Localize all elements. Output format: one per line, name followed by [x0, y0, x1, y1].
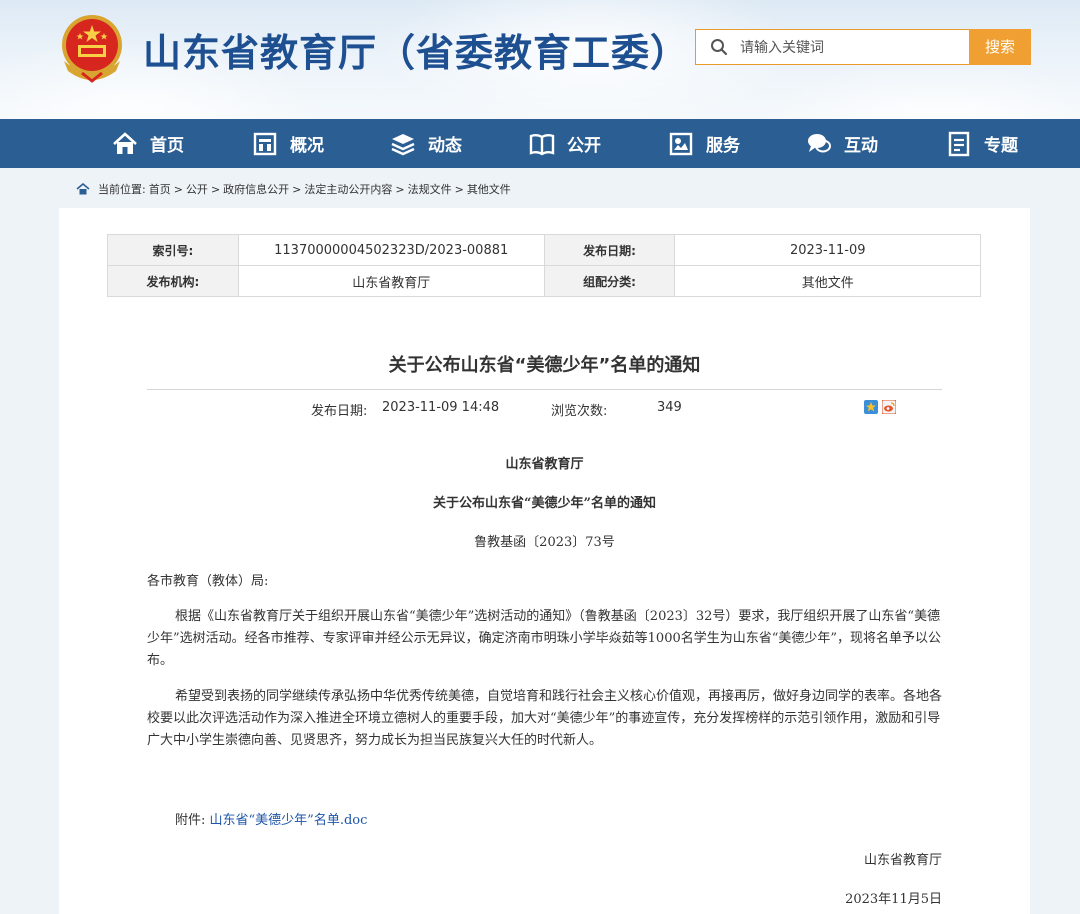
date-label: 发布日期:	[543, 234, 676, 266]
building-icon	[253, 132, 277, 155]
attachment: 附件: 山东省“美德少年”名单.doc	[175, 809, 367, 828]
org-label: 发布机构:	[107, 265, 239, 297]
breadcrumb-item-other[interactable]: 其他文件	[467, 181, 511, 197]
content-panel: 索引号: 11370000004502323D/2023-00881 发布日期:…	[59, 208, 1030, 914]
article-title: 关于公布山东省“美德少年”名单的通知	[388, 355, 701, 376]
document-icon	[948, 131, 970, 156]
site-title[interactable]: 山东省教育厅（省委教育工委）	[143, 22, 689, 77]
nav-item-public[interactable]: 公开	[529, 119, 601, 168]
subtitle-heading: 关于公布山东省“美德少年”名单的通知	[433, 496, 656, 511]
attachment-link[interactable]: 山东省“美德少年”名单.doc	[210, 813, 368, 828]
breadcrumb-item-gov-info[interactable]: 政府信息公开	[223, 181, 289, 197]
attachment-label: 附件:	[175, 813, 206, 828]
signature-date: 2023年11月5日	[845, 892, 942, 907]
doc-number: 鲁教基函〔2023〕73号	[474, 535, 615, 550]
paragraph-2: 希望受到表扬的同学继续传承弘扬中华优秀传统美德，自觉培育和践行社会主义核心价值观…	[147, 689, 943, 748]
breadcrumb-prefix: 当前位置:	[98, 183, 146, 196]
breadcrumb-separator: >	[292, 182, 302, 196]
nav-item-home[interactable]: 首页	[112, 119, 184, 168]
nav-item-overview[interactable]: 概况	[252, 119, 324, 168]
book-icon	[529, 133, 555, 155]
nav-label: 动态	[428, 136, 462, 156]
nav-label: 概况	[290, 136, 324, 156]
publish-date-label: 发布日期:	[311, 404, 368, 419]
breadcrumb-separator: >	[173, 182, 183, 196]
title-divider	[147, 389, 942, 390]
site-header: 山东省教育厅（省委教育工委） 搜索	[0, 0, 1080, 119]
main-nav: 首页 概况 动态 公开 服务 互动 专题	[0, 119, 1080, 168]
nav-label: 服务	[706, 136, 740, 156]
share-weibo-icon[interactable]	[882, 400, 896, 414]
paragraph-1: 根据《山东省教育厅关于组织开展山东省“美德少年”选树活动的通知》（鲁教基函〔20…	[147, 609, 942, 668]
org-value: 山东省教育厅	[237, 265, 545, 297]
breadcrumb-item-statutory[interactable]: 法定主动公开内容	[304, 181, 392, 197]
meta-table: 索引号: 11370000004502323D/2023-00881 发布日期:…	[107, 234, 981, 297]
search-input[interactable]	[740, 36, 960, 60]
nav-item-topics[interactable]: 专题	[946, 119, 1018, 168]
nav-label: 首页	[150, 136, 184, 156]
nav-label: 公开	[567, 136, 601, 156]
breadcrumb-separator: >	[395, 182, 405, 196]
category-label: 组配分类:	[543, 265, 676, 297]
home-icon	[113, 131, 137, 154]
nav-label: 互动	[844, 136, 878, 156]
search-box	[695, 29, 970, 65]
nav-label: 专题	[984, 136, 1018, 156]
publish-date-value: 2023-11-09 14:48	[382, 400, 500, 415]
breadcrumb-item-regulations[interactable]: 法规文件	[408, 181, 452, 197]
nav-item-service[interactable]: 服务	[668, 119, 740, 168]
service-icon	[669, 132, 693, 155]
category-value: 其他文件	[674, 265, 981, 297]
breadcrumb-item-public[interactable]: 公开	[186, 181, 208, 197]
signature-org: 山东省教育厅	[863, 853, 942, 868]
search-button[interactable]: 搜索	[969, 29, 1031, 65]
breadcrumb: 当前位置: 首页 > 公开 > 政府信息公开 > 法定主动公开内容 > 法规文件 > 其他…	[76, 180, 514, 198]
issuer-heading: 山东省教育厅	[505, 457, 584, 472]
index-label: 索引号:	[107, 234, 239, 266]
national-emblem-icon[interactable]	[58, 13, 126, 83]
share-qzone-icon[interactable]	[864, 400, 878, 414]
home-icon	[76, 183, 90, 195]
breadcrumb-separator: >	[454, 182, 464, 196]
views-value: 349	[657, 400, 682, 415]
breadcrumb-separator: >	[210, 182, 221, 196]
nav-item-interaction[interactable]: 互动	[806, 119, 878, 168]
search-icon	[711, 39, 728, 56]
date-value: 2023-11-09	[674, 234, 981, 266]
views-label: 浏览次数:	[551, 404, 608, 419]
breadcrumb-item-home[interactable]: 首页	[149, 181, 171, 197]
nav-item-news[interactable]: 动态	[390, 119, 462, 168]
chat-icon	[808, 133, 831, 152]
index-value: 11370000004502323D/2023-00881	[237, 234, 545, 266]
layers-icon	[391, 133, 415, 155]
salutation: 各市教育（教体）局:	[147, 574, 269, 589]
